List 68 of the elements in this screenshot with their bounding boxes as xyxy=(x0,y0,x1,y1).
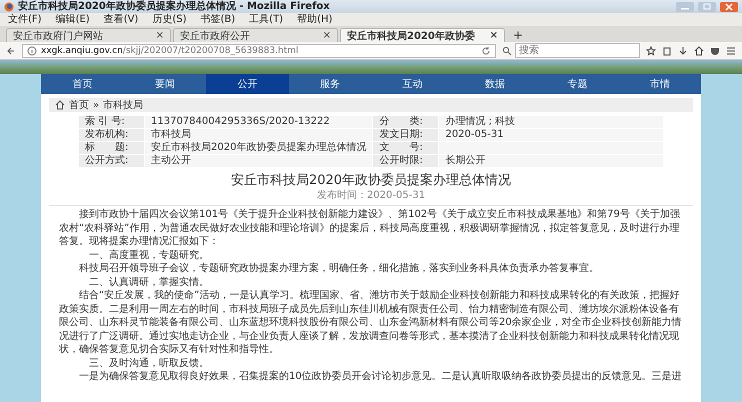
menu-item[interactable]: 文件(F) xyxy=(8,13,42,26)
tab-title: 安丘市政府门户网站 xyxy=(13,30,103,42)
menu-icon[interactable] xyxy=(726,46,736,56)
nav-item[interactable]: 市情 xyxy=(618,74,701,94)
info-label: 发布机构: xyxy=(79,129,144,141)
tab-close-button[interactable]: × xyxy=(490,30,498,41)
info-icon xyxy=(27,46,37,56)
clipboard-icon[interactable] xyxy=(662,46,672,56)
browser-tab[interactable]: 安丘市政府公开 × xyxy=(173,28,338,42)
home-icon[interactable] xyxy=(694,46,704,56)
nav-item[interactable]: 互动 xyxy=(371,74,454,94)
tab-close-button[interactable]: × xyxy=(156,30,164,41)
nav-item[interactable]: 公开 xyxy=(206,74,288,94)
breadcrumb-link[interactable]: 市科技局 xyxy=(103,98,144,112)
info-value: 安丘市科技局2020年政协委员提案办理总体情况 xyxy=(145,142,372,154)
close-icon[interactable] xyxy=(720,2,738,12)
menu-item[interactable]: 书签(B) xyxy=(200,13,236,26)
menu-item[interactable]: 编辑(E) xyxy=(56,13,90,26)
home-icon xyxy=(55,100,65,110)
section-heading: 三、及时沟通，听取反馈。 xyxy=(88,356,210,370)
menu-item[interactable]: 历史(S) xyxy=(152,13,186,26)
star-icon[interactable] xyxy=(646,46,656,56)
tab-title: 安丘市政府公开 xyxy=(180,30,250,42)
publish-date: 发布时间：2020-05-31 xyxy=(316,190,426,202)
nav-item[interactable]: 首页 xyxy=(41,74,124,94)
section-heading: 二、认真调研，掌握实情。 xyxy=(88,276,210,289)
download-icon[interactable] xyxy=(678,46,688,56)
new-tab-button[interactable]: + xyxy=(507,28,530,42)
tab-title: 安丘市科技局2020年政协委 xyxy=(347,29,475,42)
info-value: 办理情况 ; 科技 xyxy=(439,116,663,128)
reload-icon[interactable] xyxy=(481,46,491,56)
info-value: 主动公开 xyxy=(145,155,372,167)
info-label: 文 号: xyxy=(373,142,438,154)
paragraph: 一是为确保答复意见取得良好效果，召集提案的10位政协委员开会讨论初步意见。二是认真听取吸纳各政协委员提出的反馈意见。三是进 xyxy=(78,370,683,384)
info-value: 2020-05-31 xyxy=(439,129,663,141)
tab-close-button[interactable]: × xyxy=(322,30,331,41)
nav-item[interactable]: 专题 xyxy=(536,74,618,94)
breadcrumb-separator: » xyxy=(93,100,100,110)
nav-item[interactable]: 数据 xyxy=(454,74,536,94)
info-label: 发文日期: xyxy=(373,129,438,141)
back-arrow-icon[interactable] xyxy=(6,46,16,56)
nav-item[interactable]: 要闻 xyxy=(124,74,206,94)
info-value: 市科技局 xyxy=(145,129,372,141)
info-label: 标 题: xyxy=(79,142,144,154)
info-label: 索 引 号: xyxy=(79,116,144,128)
menu-item[interactable]: 工具(T) xyxy=(249,13,284,26)
paragraph: 科技局召开领导班子会议，专题研究政协提案办理方案，明确任务，细化措施，落实到业务科具体负责承办答复事宜。 xyxy=(78,262,600,276)
search-field[interactable]: 搜索 xyxy=(515,43,640,58)
menu-item[interactable]: 帮助(H) xyxy=(297,13,332,26)
breadcrumb-link[interactable]: 首页 xyxy=(69,98,89,112)
paragraph: 接到市政协十届四次会议第101号《关于提升企业科技创新能力建设》、第102号《关于成立安丘市科技成果基地》和第79号《关于加强农村“农科驿站”作用，为普通农民做好农业技能和理论培训》的提案后，科技局高度重视，积极调研掌握情况，拟定答复意见，及时进行办理答复。现将提案办理情况汇报如下： xyxy=(58,208,681,248)
info-value: 11370784004295336S/2020-13222 xyxy=(145,116,372,128)
info-label: 分 类: xyxy=(373,116,438,128)
browser-tab[interactable]: 安丘市政府门户网站 × xyxy=(6,28,171,42)
address-bar[interactable]: xxgk.anqiu.gov.cn/skjj/202007/t20200708_5639883.html xyxy=(22,44,496,58)
menu-item[interactable]: 查看(V) xyxy=(104,13,138,26)
window-title: 安丘市科技局2020年政协委员提案办理总体情况 - Mozilla Firefox xyxy=(18,0,331,13)
search-icon xyxy=(502,46,512,56)
info-label: 公开方式: xyxy=(79,155,144,167)
browser-tab[interactable]: 安丘市科技局2020年政协委 × xyxy=(340,28,505,42)
pocket-icon[interactable] xyxy=(710,46,720,56)
paragraph: 结合“安丘发展，我的使命”活动，一是认真学习。梳理国家、省、潍坊市关于鼓励企业科技创新能力和科技成果转化的有关政策，把握好政策实质。二是利用一周左右的时间，市科技局班子成员先后到山东佳川机械有限责任公司、怡力精密制造有限公司、潍坊埃尔派粉体设备有限公司、山东科灵节能装备有限公司、山东蓝想环境科技股份有限公司、山东金鸿新材料有限公司等20余家企业，对全市企业科技创新能力情况进行了广泛调研。通过实地走访企业，与企业负责人座谈了解，发放调查问卷等形式，基本摸清了企业科技创新能力和科技成果转化情况现状，确保答复意见切合实际又有针对性和指导性。 xyxy=(58,289,683,356)
section-heading: 一、高度重视，专题研究。 xyxy=(88,248,210,262)
nav-item[interactable]: 服务 xyxy=(288,74,371,94)
browser-logo-icon xyxy=(4,2,14,12)
info-value: 长期公开 xyxy=(439,155,663,167)
article-title: 安丘市科技局2020年政协委员提案办理总体情况 xyxy=(230,173,512,189)
info-label: 公开时限: xyxy=(373,155,438,167)
